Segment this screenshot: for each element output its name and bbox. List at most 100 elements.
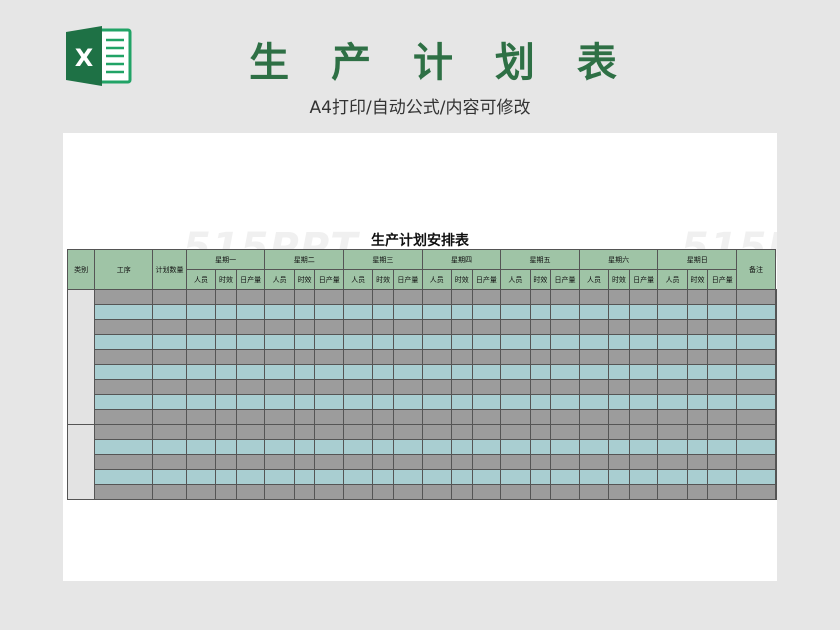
table-cell[interactable]: [775, 409, 777, 425]
table-cell[interactable]: [393, 379, 423, 395]
table-cell[interactable]: [293, 469, 316, 485]
table-cell[interactable]: [343, 484, 374, 500]
table-cell[interactable]: [529, 469, 552, 485]
table-cell[interactable]: [471, 394, 502, 410]
table-cell[interactable]: [578, 454, 610, 470]
table-cell[interactable]: [314, 379, 345, 395]
table-cell[interactable]: [608, 334, 630, 350]
table-cell[interactable]: [608, 364, 630, 380]
table-cell[interactable]: [235, 319, 266, 335]
table-cell[interactable]: [707, 364, 738, 380]
table-cell[interactable]: [550, 454, 580, 470]
table-cell[interactable]: [775, 289, 777, 305]
table-cell[interactable]: [343, 454, 374, 470]
table-cell[interactable]: [686, 439, 709, 455]
table-cell[interactable]: [657, 454, 688, 470]
table-cell[interactable]: [264, 304, 295, 320]
table-cell[interactable]: [578, 334, 610, 350]
table-cell[interactable]: [471, 379, 502, 395]
table-cell[interactable]: [215, 379, 237, 395]
table-cell[interactable]: [372, 349, 395, 365]
table-cell[interactable]: [529, 349, 552, 365]
table-cell[interactable]: [471, 334, 502, 350]
table-cell[interactable]: [372, 484, 395, 500]
table-cell[interactable]: [736, 394, 776, 410]
table-cell[interactable]: [707, 304, 738, 320]
table-cell[interactable]: [185, 319, 217, 335]
table-cell[interactable]: [372, 364, 395, 380]
table-cell[interactable]: [578, 319, 610, 335]
table-cell[interactable]: [314, 349, 345, 365]
table-cell[interactable]: [628, 424, 659, 440]
table-cell[interactable]: [450, 469, 473, 485]
table-cell[interactable]: [293, 394, 316, 410]
table-cell[interactable]: [500, 424, 531, 440]
table-cell[interactable]: [707, 469, 738, 485]
table-cell[interactable]: [235, 439, 266, 455]
table-cell[interactable]: [393, 349, 423, 365]
table-cell[interactable]: [628, 289, 659, 305]
table-cell[interactable]: [686, 394, 709, 410]
table-cell[interactable]: [550, 304, 580, 320]
table-cell[interactable]: [657, 469, 688, 485]
table-cell[interactable]: [471, 319, 502, 335]
table-cell[interactable]: [500, 304, 531, 320]
table-cell[interactable]: [471, 289, 502, 305]
table-cell[interactable]: [686, 454, 709, 470]
table-cell[interactable]: [94, 394, 154, 410]
table-cell[interactable]: [264, 319, 295, 335]
table-cell[interactable]: [450, 484, 473, 500]
table-cell[interactable]: [500, 379, 531, 395]
table-cell[interactable]: [707, 439, 738, 455]
table-cell[interactable]: [372, 424, 395, 440]
table-cell[interactable]: [775, 349, 777, 365]
table-cell[interactable]: [393, 454, 423, 470]
table-cell[interactable]: [450, 349, 473, 365]
table-cell[interactable]: [775, 334, 777, 350]
table-cell[interactable]: [529, 334, 552, 350]
table-cell[interactable]: [215, 319, 237, 335]
table-cell[interactable]: [736, 379, 776, 395]
table-cell[interactable]: [314, 364, 345, 380]
table-cell[interactable]: [314, 484, 345, 500]
table-cell[interactable]: [152, 409, 187, 425]
table-cell[interactable]: [94, 349, 154, 365]
table-cell[interactable]: [235, 484, 266, 500]
table-cell[interactable]: [529, 424, 552, 440]
table-cell[interactable]: [264, 409, 295, 425]
table-cell[interactable]: [215, 304, 237, 320]
table-cell[interactable]: [94, 454, 154, 470]
table-cell[interactable]: [628, 394, 659, 410]
table-cell[interactable]: [450, 439, 473, 455]
table-cell[interactable]: [707, 289, 738, 305]
table-cell[interactable]: [393, 289, 423, 305]
table-cell[interactable]: [152, 319, 187, 335]
table-cell[interactable]: [293, 439, 316, 455]
table-cell[interactable]: [500, 439, 531, 455]
table-cell[interactable]: [293, 424, 316, 440]
table-cell[interactable]: [707, 454, 738, 470]
table-cell[interactable]: [393, 319, 423, 335]
table-cell[interactable]: [314, 304, 345, 320]
table-cell[interactable]: [450, 334, 473, 350]
table-cell[interactable]: [94, 469, 154, 485]
table-cell[interactable]: [215, 364, 237, 380]
table-cell[interactable]: [293, 484, 316, 500]
table-cell[interactable]: [707, 319, 738, 335]
table-cell[interactable]: [628, 334, 659, 350]
table-cell[interactable]: [372, 394, 395, 410]
table-cell[interactable]: [393, 424, 423, 440]
table-cell[interactable]: [293, 379, 316, 395]
table-cell[interactable]: [343, 334, 374, 350]
table-cell[interactable]: [529, 379, 552, 395]
table-cell[interactable]: [421, 364, 452, 380]
table-cell[interactable]: [372, 439, 395, 455]
table-cell[interactable]: [775, 364, 777, 380]
table-cell[interactable]: [686, 409, 709, 425]
category-cell[interactable]: [66, 424, 96, 500]
table-cell[interactable]: [450, 379, 473, 395]
table-cell[interactable]: [343, 439, 374, 455]
table-cell[interactable]: [686, 349, 709, 365]
table-cell[interactable]: [529, 394, 552, 410]
table-cell[interactable]: [185, 304, 217, 320]
